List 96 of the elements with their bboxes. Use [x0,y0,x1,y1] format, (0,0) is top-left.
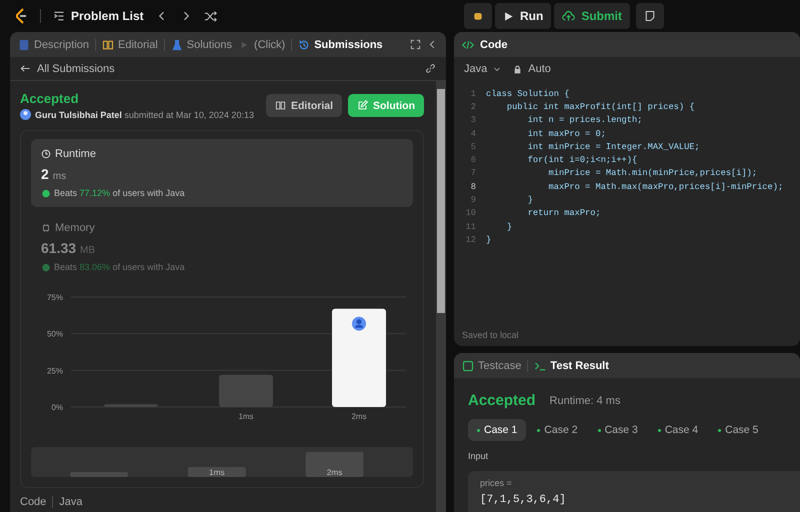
beats-text: Beats 77.12% of users with Java [54,188,185,198]
code-tab[interactable]: Code [480,38,508,50]
code-line: int maxPro = 0; [526,128,606,139]
debug-button[interactable] [464,3,492,29]
line-number: 1 [470,88,477,99]
code-line: public int maxProfit(int[] prices) { [506,102,695,112]
line-number: 10 [464,208,477,218]
link-icon[interactable] [425,63,436,74]
code-line: minPrice = Math.min(minPrice,prices[i]); [548,168,758,178]
panel-tab[interactable]: (Click) [238,38,286,50]
footer-label: Java [59,496,83,508]
result-status: Accepted [468,392,536,409]
footer-label: Code [20,496,46,508]
runtime-card[interactable]: Runtime 2 ms Beats 77.12% of users with Java [31,139,413,207]
code-line: } [526,195,533,206]
x-tick-label: 1ms [238,412,254,421]
memory-card[interactable]: Memory 61.33 MB Beats 83.06% of users with Java [31,213,413,281]
accepted-status: Accepted [20,91,80,106]
card-title: Memory [41,222,403,234]
case-tab[interactable]: Case 3 [588,419,647,441]
case-tab[interactable]: Case 2 [528,419,587,441]
y-tick-label: 50% [46,330,63,339]
saved-status: Saved to local [461,329,520,342]
note-icon [644,10,656,22]
code-icon [462,38,474,50]
cloud-upload-icon [562,10,576,22]
line-number: 4 [470,128,477,139]
scrollbar[interactable] [436,81,446,512]
card-title: Runtime [41,148,403,160]
logo-icon[interactable] [14,8,28,24]
submission-author: Guru Tulsibhai Patel submitted at Mar 10, 2024 20:13 [35,110,254,120]
code-line: class Solution { [486,88,570,99]
code-line: int n = prices.length; [526,115,642,126]
code-line: for(int i=0;i<n;i++){ [526,155,638,166]
panel-tab[interactable]: Editorial [102,38,158,50]
result-tab[interactable]: Testcase [462,360,522,372]
y-tick-label: 0% [51,403,63,412]
input-label: Input [468,451,490,461]
x-tick-label: 2ms [351,412,367,421]
play-icon [503,10,514,22]
case-tab[interactable]: Case 4 [648,419,708,441]
code-line: maxPro = Math.max(maxPro,prices[i]-minPrice); [548,182,784,192]
stat-value: 2 ms [41,166,68,182]
line-number: 7 [470,168,477,178]
run-button[interactable]: Run [495,3,552,29]
chevron-down-icon[interactable] [493,65,502,73]
case-tab[interactable]: Case 5 [709,419,768,441]
clock-icon [41,149,51,159]
list-icon[interactable] [53,10,65,22]
panel-tab[interactable]: Solutions [170,38,232,50]
line-number: 2 [470,102,477,112]
notes-button[interactable] [636,3,664,29]
avatar-icon [20,109,31,120]
y-tick-label: 25% [46,366,63,376]
stat-value: 61.33 MB [41,240,96,256]
line-number: 8 [470,182,477,192]
code-line: } [506,222,512,232]
terminal-icon [534,360,546,372]
document-icon [18,38,30,50]
code-line: return maxPro; [526,208,601,218]
fullscreen-icon[interactable] [410,39,421,50]
y-tick-label: 75% [46,293,63,302]
book-icon [102,38,114,50]
input-value-field: prices = [7,1,5,3,6,4] [468,471,800,512]
runtime-text: Runtime: 4 ms [550,394,620,406]
panel-tab[interactable]: Submissions [298,38,383,50]
history-icon [298,38,310,50]
avatar-icon [352,316,366,331]
line-number: 11 [464,222,477,232]
line-number: 12 [464,234,477,245]
result-tab[interactable]: Test Result [534,360,609,372]
checkbox-icon [462,360,474,372]
lock-icon [513,64,522,74]
code-line: int minPrice = Integer.MAX_VALUE; [526,142,700,152]
submit-button[interactable]: Submit [554,3,630,29]
book-icon [274,100,286,111]
auto-mode-label[interactable]: Auto [528,63,551,75]
language-select[interactable]: Java [464,63,488,75]
back-arrow-icon[interactable] [20,63,31,74]
case-tab[interactable]: Case 1 [468,419,526,441]
panel-tab[interactable]: Description [18,38,90,50]
beats-text: Beats 83.06% of users with Java [54,262,185,272]
bug-icon [472,10,484,22]
code-line: } [486,234,492,245]
all-submissions-link[interactable]: All Submissions [37,62,115,74]
line-number: 6 [470,155,477,166]
line-number: 9 [470,195,477,206]
edit-icon [357,100,368,111]
line-number: 5 [470,142,477,152]
line-number: 3 [470,115,477,126]
chart-bar[interactable] [332,308,386,407]
editorial-button[interactable]: Editorial [266,94,342,117]
chip-icon [41,223,51,233]
shuffle-icon[interactable] [204,10,217,22]
flask-icon [170,38,183,50]
problem-list-title[interactable]: Problem List [71,9,144,23]
